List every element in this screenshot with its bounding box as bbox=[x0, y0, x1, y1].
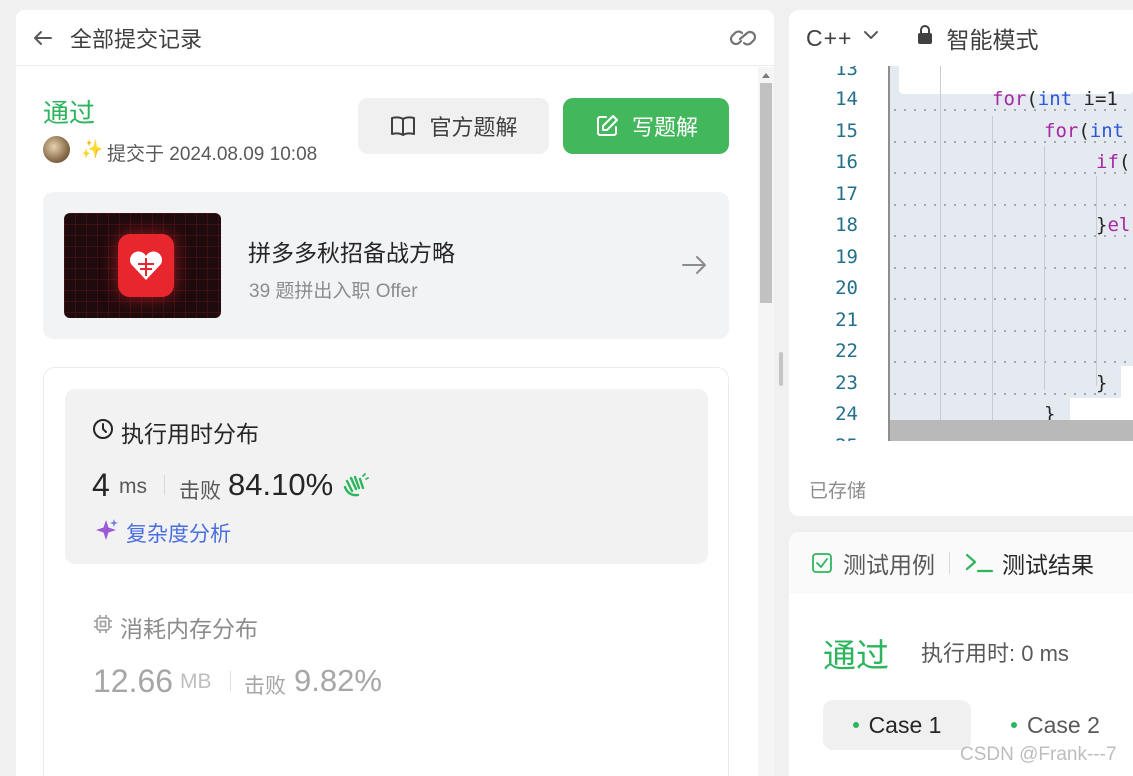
code-editor-panel: C++ 智能模式 13 14 15 16 17 18 19 20 21 22 2… bbox=[789, 10, 1133, 516]
line-number: 13 bbox=[835, 66, 858, 80]
performance-card: 执行用时分布 4 ms 击败 84.10% 复杂度分析 消耗内存分布 12.66… bbox=[43, 367, 729, 776]
pass-dot bbox=[852, 722, 859, 728]
line-number: 14 bbox=[835, 88, 858, 110]
line-number: 16 bbox=[835, 151, 858, 173]
line-number-gutter: 13 14 15 16 17 18 19 20 21 22 23 24 25 bbox=[789, 66, 888, 441]
indent-guide bbox=[940, 66, 941, 420]
scroll-thumb[interactable] bbox=[760, 83, 772, 303]
promo-title: 拼多多秋招备战方略 bbox=[248, 240, 455, 266]
runtime-value: 4 bbox=[92, 467, 110, 503]
editor-mode[interactable]: 智能模式 bbox=[946, 21, 1038, 55]
bracket-highlight bbox=[1121, 366, 1133, 398]
runtime-beat-value: 84.10% bbox=[228, 467, 334, 502]
submission-status: 通过 bbox=[43, 98, 96, 128]
promo-image bbox=[64, 213, 221, 318]
case-label: Case 1 bbox=[868, 711, 942, 738]
tab-test-result[interactable]: 测试结果 bbox=[964, 546, 1094, 580]
checkbox-icon bbox=[812, 553, 832, 573]
code-line-15: for(int bbox=[1044, 120, 1125, 142]
language-select[interactable]: C++ bbox=[806, 25, 852, 52]
indent-guide bbox=[1096, 176, 1097, 386]
indent-guide bbox=[992, 116, 993, 420]
test-result-panel: 测试用例 测试结果 通过 执行用时: 0 ms Case 1 Case 2 bbox=[789, 532, 1133, 776]
panel-header: 全部提交记录 bbox=[16, 10, 774, 66]
user-avatar[interactable] bbox=[43, 136, 70, 163]
horizontal-scrollbar[interactable] bbox=[890, 420, 1133, 441]
ai-sparkle-icon bbox=[93, 517, 119, 548]
runtime-unit: ms bbox=[119, 475, 147, 498]
memory-value: 12.66 bbox=[93, 663, 174, 699]
submission-detail-panel: 全部提交记录 通过 ✨ 提交于 2024.08.09 10:08 官方题解 写题… bbox=[16, 10, 774, 776]
line-number: 22 bbox=[835, 340, 858, 362]
line-number: 15 bbox=[835, 120, 858, 142]
runtime-section[interactable]: 执行用时分布 4 ms 击败 84.10% 复杂度分析 bbox=[65, 389, 708, 564]
code-line-14: for(int i=1 bbox=[992, 88, 1118, 110]
execution-time: 执行用时: 0 ms bbox=[921, 641, 1069, 666]
indent-guide bbox=[1044, 146, 1045, 390]
watermark: CSDN @Frank---7 bbox=[960, 744, 1117, 765]
line-number: 21 bbox=[835, 309, 858, 331]
line-number: 20 bbox=[835, 277, 858, 299]
line-number: 19 bbox=[835, 246, 858, 268]
arrow-left-icon[interactable] bbox=[30, 25, 56, 51]
bracket-highlight bbox=[1070, 398, 1133, 420]
arrow-right-icon bbox=[679, 250, 709, 285]
tab-test-result-label: 测试结果 bbox=[1002, 552, 1094, 578]
code-line-18: }el bbox=[1096, 214, 1131, 236]
write-solution-label: 写题解 bbox=[631, 115, 698, 140]
runtime-beat-label: 击败 bbox=[179, 480, 221, 503]
code-line-23: } bbox=[1096, 372, 1108, 394]
sparkle-emoji: ✨ bbox=[81, 139, 104, 159]
vertical-scrollbar[interactable] bbox=[758, 67, 774, 776]
line-number: 25 bbox=[789, 435, 858, 441]
submission-time: 提交于 2024.08.09 10:08 bbox=[107, 144, 318, 165]
write-solution-button[interactable]: 写题解 bbox=[563, 98, 729, 154]
result-tabs: 测试用例 测试结果 bbox=[789, 532, 1133, 594]
chip-icon bbox=[92, 613, 114, 640]
memory-title[interactable]: 消耗内存分布 bbox=[120, 610, 258, 644]
memory-unit: MB bbox=[180, 670, 212, 693]
case-1-tab[interactable]: Case 1 bbox=[823, 700, 971, 750]
promo-banner[interactable]: 拼多多秋招备战方略 39 题拼出入职 Offer bbox=[43, 192, 729, 339]
tab-testcase-label: 测试用例 bbox=[843, 552, 935, 578]
terminal-icon bbox=[965, 553, 994, 573]
result-status: 通过 bbox=[823, 637, 889, 674]
tab-testcase[interactable]: 测试用例 bbox=[811, 546, 935, 580]
official-solution-label: 官方题解 bbox=[429, 115, 518, 140]
edit-icon bbox=[596, 115, 618, 136]
book-icon bbox=[391, 116, 416, 136]
line-number: 24 bbox=[835, 403, 858, 425]
promo-subtitle: 39 题拼出入职 Offer bbox=[249, 281, 418, 302]
line-number: 18 bbox=[835, 214, 858, 236]
divider bbox=[230, 671, 231, 691]
line-number: 23 bbox=[835, 372, 858, 394]
pass-dot bbox=[1011, 722, 1017, 728]
case-2-tab[interactable]: Case 2 bbox=[1011, 700, 1100, 750]
tab-divider bbox=[949, 552, 950, 574]
submission-content: 通过 ✨ 提交于 2024.08.09 10:08 官方题解 写题解 拼多多秋招… bbox=[16, 67, 758, 776]
code-line-16: if( bbox=[1096, 151, 1131, 173]
pinduoduo-logo bbox=[118, 234, 174, 297]
complexity-analysis-link[interactable]: 复杂度分析 bbox=[126, 518, 231, 548]
link-icon[interactable] bbox=[726, 23, 760, 53]
clock-icon bbox=[92, 418, 114, 445]
memory-beat-value: 9.82% bbox=[294, 663, 382, 698]
clapping-hands-icon bbox=[341, 473, 369, 504]
official-solution-button[interactable]: 官方题解 bbox=[358, 98, 549, 154]
scroll-up-arrow[interactable] bbox=[762, 73, 770, 78]
editor-toolbar: C++ 智能模式 bbox=[789, 10, 1133, 66]
lock-icon bbox=[916, 24, 934, 52]
chevron-down-icon[interactable] bbox=[860, 24, 882, 52]
panel-resize-handle[interactable] bbox=[779, 352, 783, 386]
case-label: Case 2 bbox=[1027, 711, 1100, 738]
runtime-title: 执行用时分布 bbox=[121, 421, 259, 447]
saved-status: 已存储 bbox=[809, 481, 867, 502]
memory-beat-label: 击败 bbox=[244, 675, 286, 698]
code-area[interactable]: 13 14 15 16 17 18 19 20 21 22 23 24 25 bbox=[789, 66, 1133, 441]
divider bbox=[164, 475, 165, 495]
line-number: 17 bbox=[835, 183, 858, 205]
page-title: 全部提交记录 bbox=[70, 26, 203, 52]
